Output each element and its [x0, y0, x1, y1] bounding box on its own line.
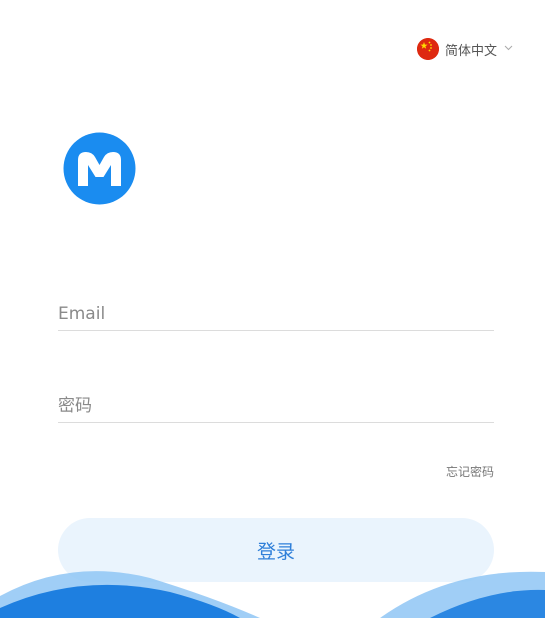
login-page: 简体中文 忘记密码 登录 — [0, 0, 545, 618]
m-logo-icon — [58, 132, 141, 205]
login-button[interactable]: 登录 — [58, 518, 494, 582]
email-input[interactable] — [58, 304, 494, 331]
language-selector[interactable]: 简体中文 — [417, 38, 513, 60]
language-label: 简体中文 — [445, 43, 498, 59]
password-input[interactable] — [58, 396, 494, 423]
china-flag-icon — [417, 38, 439, 60]
chevron-down-icon — [504, 44, 513, 54]
forgot-password-link[interactable]: 忘记密码 — [446, 463, 494, 480]
